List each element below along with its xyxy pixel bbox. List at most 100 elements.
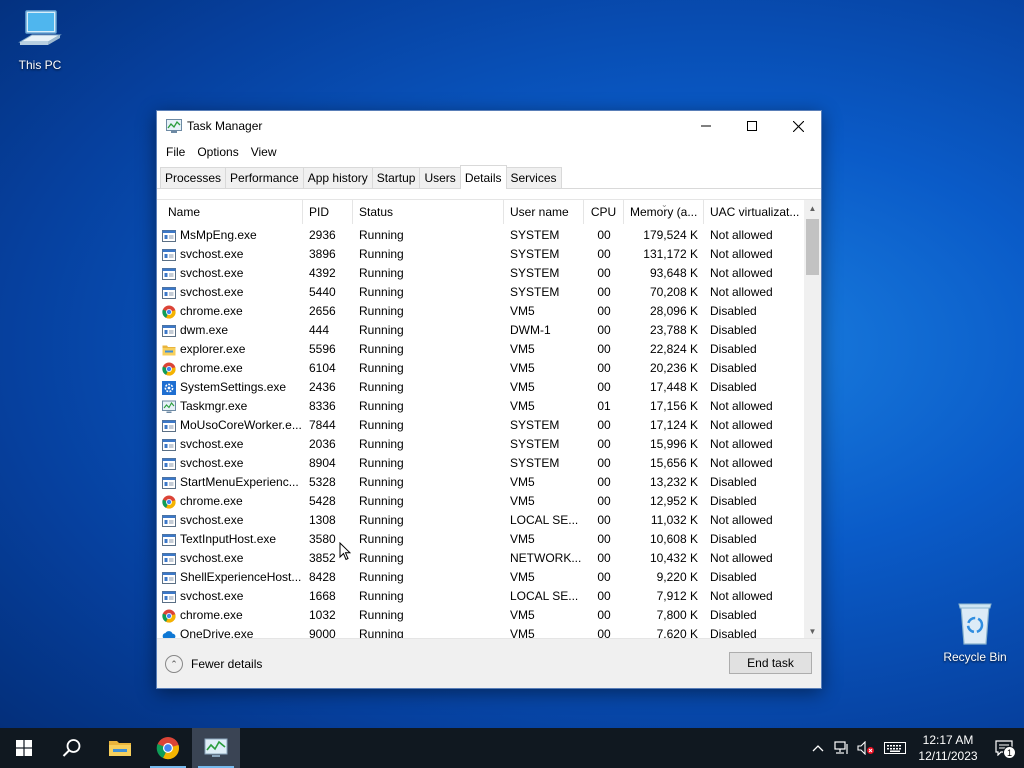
touch-keyboard-button[interactable] [878,728,912,768]
notification-count-badge: 1 [1003,746,1016,759]
table-row[interactable]: MsMpEng.exe 2936 Running SYSTEM 00 179,524 K N… [157,226,803,245]
column-header-name[interactable]: Name [157,200,303,224]
cell-memory: 7,912 K [656,589,698,603]
taskbar-clock[interactable]: 12:17 AM 12/11/2023 [912,732,984,764]
cell-user-name: SYSTEM [510,418,560,432]
column-header-cpu[interactable]: CPU [584,200,624,224]
table-row[interactable]: svchost.exe 2036 Running SYSTEM 00 15,996 K No… [157,435,803,454]
menu-file[interactable]: File [161,145,190,159]
taskbar-chrome[interactable] [144,728,192,768]
show-hidden-icons-button[interactable] [806,728,830,768]
column-header-pid[interactable]: PID [303,200,353,224]
table-row[interactable]: explorer.exe 5596 Running VM5 00 22,824 K Disa… [157,340,803,359]
cell-uac-virtualization: Not allowed [710,228,773,242]
table-row[interactable]: dwm.exe 444 Running DWM-1 00 23,788 K Disabled [157,321,803,340]
cell-uac-virtualization: Disabled [710,304,757,318]
close-button[interactable] [775,111,821,141]
tab-performance[interactable]: Performance [225,167,304,188]
desktop-icon-recycle-bin[interactable]: Recycle Bin [937,600,1013,664]
cell-uac-virtualization: Not allowed [710,551,773,565]
table-row[interactable]: svchost.exe 4392 Running SYSTEM 00 93,648 K No… [157,264,803,283]
table-row[interactable]: SystemSettings.exe 2436 Running VM5 00 17,448… [157,378,803,397]
process-name: OneDrive.exe [180,627,254,638]
action-center-button[interactable]: 1 [984,728,1024,768]
process-name: svchost.exe [180,247,244,261]
menu-view[interactable]: View [246,145,282,159]
cell-pid: 8336 [309,399,336,413]
volume-button[interactable] [854,728,878,768]
table-header: Name PID Status User name CPU Memory (a.… [157,200,821,224]
cell-name: chrome.exe [157,359,303,378]
table-row[interactable]: svchost.exe 3852 Running NETWORK... 00 10,432… [157,549,803,568]
column-header-status[interactable]: Status [353,200,504,224]
tab-processes[interactable]: Processes [160,167,227,188]
taskbar-file-explorer[interactable] [96,728,144,768]
scroll-up-arrow-icon[interactable]: ▲ [804,200,821,217]
cell-user-name: LOCAL SE... [510,513,579,527]
table-row[interactable]: chrome.exe 2656 Running VM5 00 28,096 K Disabl… [157,302,803,321]
process-name: SystemSettings.exe [180,380,287,394]
search-button[interactable] [48,728,96,768]
tab-bar: Processes Performance App history Startu… [157,165,821,189]
tab-details[interactable]: Details [459,165,507,189]
table-row[interactable]: Taskmgr.exe 8336 Running VM5 01 17,156 K Not a… [157,397,803,416]
tab-services[interactable]: Services [505,167,562,188]
cell-status: Running [359,323,404,337]
table-row[interactable]: MoUsoCoreWorker.e... 7844 Running SYSTEM 00 1… [157,416,803,435]
keyboard-icon [884,742,906,754]
table-row[interactable]: svchost.exe 1668 Running LOCAL SE... 00 7,912… [157,587,803,606]
application-process-icon [162,590,176,604]
network-icon [834,741,848,754]
tab-startup[interactable]: Startup [371,167,421,188]
cell-user-name: VM5 [510,380,535,394]
cell-user-name: SYSTEM [510,266,560,280]
application-process-icon [162,552,176,566]
table-row[interactable]: svchost.exe 3896 Running SYSTEM 00 131,172 K N… [157,245,803,264]
vertical-scrollbar[interactable]: ▲ ▼ [804,200,821,640]
cell-pid: 2036 [309,437,336,451]
cell-memory: 17,124 K [649,418,698,432]
table-row[interactable]: svchost.exe 1308 Running LOCAL SE... 00 11,03… [157,511,803,530]
maximize-button[interactable] [729,111,775,141]
minimize-button[interactable] [683,111,729,141]
tab-users[interactable]: Users [419,167,461,188]
task-manager-icon [166,119,182,133]
cell-status: Running [359,570,404,584]
cell-uac-virtualization: Not allowed [710,513,773,527]
network-button[interactable] [830,728,854,768]
process-name: StartMenuExperienc... [180,475,299,489]
cell-user-name: VM5 [510,608,535,622]
table-row[interactable]: chrome.exe 6104 Running VM5 00 20,236 K Disabl… [157,359,803,378]
column-header-uac-virtualization[interactable]: UAC virtualizat... [704,200,804,224]
taskbar-task-manager[interactable] [192,728,240,768]
table-row[interactable]: svchost.exe 5440 Running SYSTEM 00 70,208 K No… [157,283,803,302]
cell-user-name: SYSTEM [510,247,560,261]
table-row[interactable]: StartMenuExperienc... 5328 Running VM5 00 13,… [157,473,803,492]
start-button[interactable] [0,728,48,768]
desktop-icon-this-pc[interactable]: This PC [2,8,78,72]
cell-pid: 1032 [309,608,336,622]
task-manager-icon [204,738,228,757]
table-row[interactable]: TextInputHost.exe 3580 Running VM5 00 10,608 … [157,530,803,549]
title-bar[interactable]: Task Manager [157,111,821,141]
application-process-icon [162,248,176,262]
cell-cpu: 00 [597,589,611,603]
table-row[interactable]: ShellExperienceHost... 8428 Running VM5 00 9,… [157,568,803,587]
table-row[interactable]: svchost.exe 8904 Running SYSTEM 00 15,656 K No… [157,454,803,473]
task-manager-window[interactable]: Task Manager File Options View Processes… [156,110,822,689]
end-task-button[interactable]: End task [729,652,812,674]
application-process-icon [162,514,176,528]
tab-app-history[interactable]: App history [302,167,373,188]
table-row[interactable]: chrome.exe 1032 Running VM5 00 7,800 K Disable… [157,606,803,625]
menu-options[interactable]: Options [192,145,243,159]
cell-pid: 8428 [309,570,336,584]
cell-cpu: 00 [597,418,611,432]
scrollbar-thumb[interactable] [806,219,819,275]
fewer-details-button[interactable]: ⌃ Fewer details [165,655,262,673]
mouse-cursor-icon [339,542,351,561]
cell-pid: 5440 [309,285,336,299]
table-row[interactable]: chrome.exe 5428 Running VM5 00 12,952 K Disabl… [157,492,803,511]
table-row[interactable]: OneDrive.exe 9000 Running VM5 00 7,620 K Disab… [157,625,803,638]
process-name: svchost.exe [180,513,244,527]
column-header-user-name[interactable]: User name [504,200,584,224]
